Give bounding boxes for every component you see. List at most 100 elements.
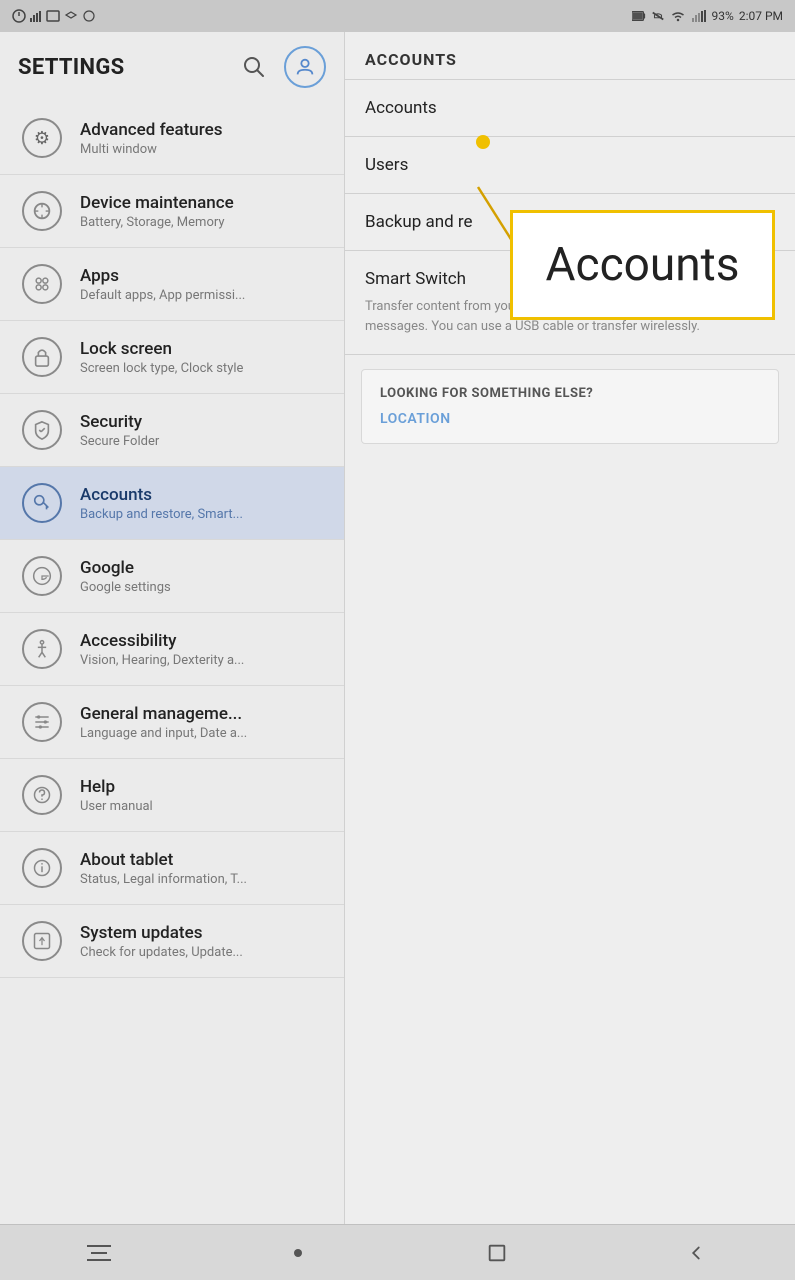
sidebar-item-system-updates[interactable]: System updates Check for updates, Update… [0,905,344,978]
item-subtitle: Default apps, App permissi... [80,288,245,303]
info-svg [32,858,52,878]
sidebar-item-apps[interactable]: Apps Default apps, App permissi... [0,248,344,321]
sidebar-item-text: Google Google settings [80,558,171,595]
help-icon [22,775,62,815]
about-tablet-icon [22,848,62,888]
dropbox-icon [64,10,78,22]
back-icon [685,1242,707,1264]
advanced-features-icon: ⚙ [22,118,62,158]
status-bar-right: 93% 2:07 PM [632,9,783,23]
location-link[interactable]: LOCATION [380,411,760,427]
right-panel-header: ACCOUNTS [345,32,795,80]
home-button[interactable] [467,1233,527,1273]
lte-icon [691,10,707,22]
dot-indicator [268,1233,328,1273]
smart-switch-description: Transfer content from your old device, i… [365,297,775,336]
item-subtitle: Secure Folder [80,434,159,449]
security-icon [22,410,62,450]
item-subtitle: Multi window [80,142,222,157]
google-svg [32,566,52,586]
icon-wrap [18,917,66,965]
sidebar-item-text: Accounts Backup and restore, Smart... [80,485,243,522]
current-indicator-dot [294,1249,302,1257]
sidebar-item-help[interactable]: Help User manual [0,759,344,832]
system-updates-icon [22,921,62,961]
item-subtitle: Screen lock type, Clock style [80,361,243,376]
item-title: Security [80,412,159,432]
sidebar-item-accounts[interactable]: Accounts Backup and restore, Smart... [0,467,344,540]
smart-switch-section[interactable]: Smart Switch Transfer content from your … [345,251,795,355]
back-button[interactable] [666,1233,726,1273]
item-title: Accessibility [80,631,244,651]
item-subtitle: Google settings [80,580,171,595]
update-svg [32,931,52,951]
item-subtitle: Status, Legal information, T... [80,872,247,887]
battery-percent: 93% [712,9,734,23]
sidebar: SETTINGS ⚙ [0,32,345,1224]
google-icon [22,556,62,596]
sidebar-item-google[interactable]: Google Google settings [0,540,344,613]
accounts-icon [22,483,62,523]
sidebar-header: SETTINGS [0,32,344,102]
lock-svg [33,347,51,367]
sidebar-item-text: Help User manual [80,777,153,814]
search-button[interactable] [236,49,272,85]
users-menu-item[interactable]: Users [345,137,795,194]
right-panel: ACCOUNTS Accounts Users Backup and re Sm… [345,32,795,1224]
sidebar-item-advanced-features[interactable]: ⚙ Advanced features Multi window [0,102,344,175]
menu-button[interactable] [69,1233,129,1273]
silent-icon [651,10,665,22]
icon-wrap [18,479,66,527]
sidebar-item-device-maintenance[interactable]: Device maintenance Battery, Storage, Mem… [0,175,344,248]
sidebar-item-text: Advanced features Multi window [80,120,222,157]
lock-screen-icon [22,337,62,377]
icon-wrap [18,625,66,673]
box-icon [46,10,60,22]
status-bar: 93% 2:07 PM [0,0,795,32]
apps-icon [22,264,62,304]
sidebar-item-text: About tablet Status, Legal information, … [80,850,247,887]
icon-wrap [18,771,66,819]
item-title: Apps [80,266,245,286]
menu-icon [87,1244,111,1262]
accessibility-svg [32,639,52,659]
sidebar-item-security[interactable]: Security Secure Folder [0,394,344,467]
sidebar-action-icons [236,46,326,88]
bottom-navigation [0,1224,795,1280]
right-panel-title: ACCOUNTS [365,50,457,69]
accounts-menu-item[interactable]: Accounts [345,80,795,137]
profile-button[interactable] [284,46,326,88]
sidebar-item-text: System updates Check for updates, Update… [80,923,243,960]
general-management-icon [22,702,62,742]
item-title: Lock screen [80,339,243,359]
sidebar-item-lock-screen[interactable]: Lock screen Screen lock type, Clock styl… [0,321,344,394]
icon-wrap [18,333,66,381]
sidebar-title: SETTINGS [18,55,124,80]
time: 2:07 PM [739,9,783,23]
backup-restore-menu-item[interactable]: Backup and re [345,194,795,251]
wifi-icon [670,10,686,22]
item-title: Device maintenance [80,193,234,213]
sidebar-item-text: Device maintenance Battery, Storage, Mem… [80,193,234,230]
search-icon [242,55,266,79]
notification-icon [12,9,26,23]
sidebar-item-text: Apps Default apps, App permissi... [80,266,245,303]
sidebar-item-text: Lock screen Screen lock type, Clock styl… [80,339,243,376]
item-title: System updates [80,923,243,943]
icon-wrap [18,844,66,892]
shield-svg [33,420,51,440]
device-maintenance-icon [22,191,62,231]
item-title: Google [80,558,171,578]
icon-wrap [18,552,66,600]
item-title: About tablet [80,850,247,870]
sidebar-item-general-management[interactable]: General manageme... Language and input, … [0,686,344,759]
sidebar-item-accessibility[interactable]: Accessibility Vision, Hearing, Dexterity… [0,613,344,686]
status-bar-notifications [12,9,626,23]
sidebar-item-about-tablet[interactable]: About tablet Status, Legal information, … [0,832,344,905]
sliders-svg [32,712,52,732]
accounts-menu-title: Accounts [365,98,775,118]
users-menu-title: Users [365,155,775,175]
icon-wrap [18,406,66,454]
looking-for-label: LOOKING FOR SOMETHING ELSE? [380,386,760,401]
sidebar-item-text: Accessibility Vision, Hearing, Dexterity… [80,631,244,668]
